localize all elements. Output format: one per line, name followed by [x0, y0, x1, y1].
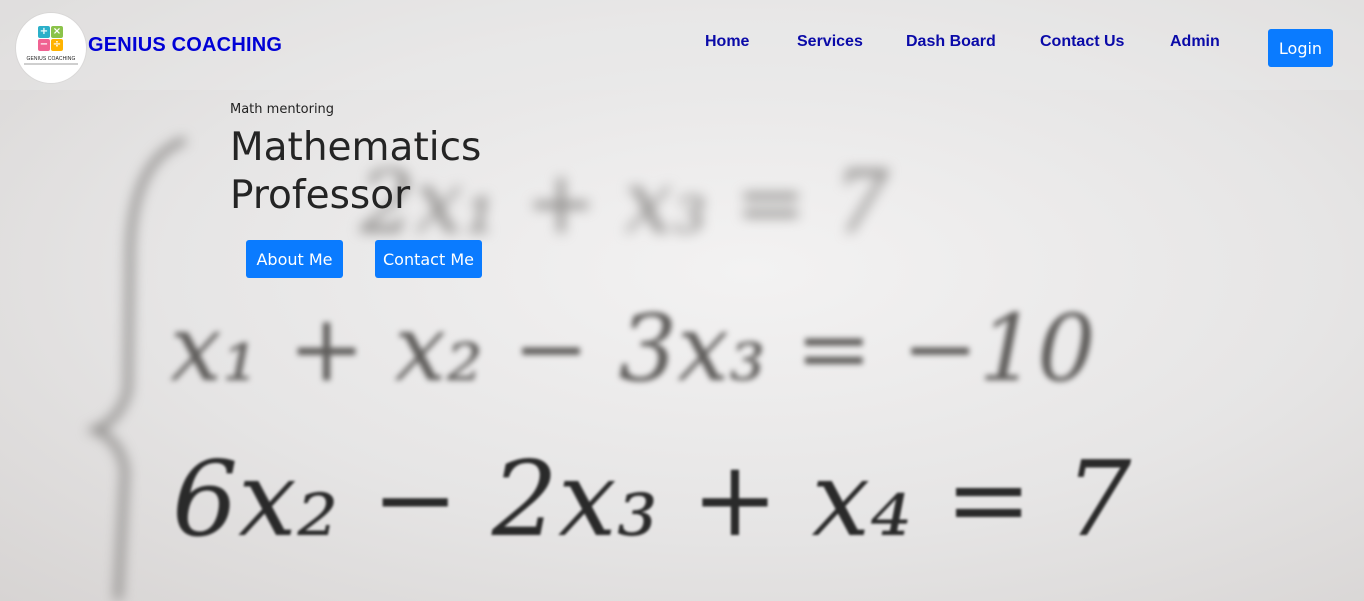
hero-title-line-1: Mathematics: [230, 125, 482, 170]
about-me-button[interactable]: About Me: [246, 240, 343, 278]
hero-background: 2x₁ + x₃ = 7 x₁ + x₂ − 3x₃ = −10 6x₂ − 2…: [0, 0, 1364, 601]
hero-eyebrow: Math mentoring: [230, 102, 335, 117]
equation-line-3: 6x₂ − 2x₃ + x₄ = 7: [172, 438, 1132, 560]
nav-contact-us[interactable]: Contact Us: [1040, 33, 1124, 51]
logo-caption: GENIUS COACHING: [26, 56, 76, 62]
main-nav: Home Services Dash Board Contact Us Admi…: [0, 33, 1364, 53]
equation-line-2: x₁ + x₂ − 3x₃ = −10: [170, 295, 1096, 402]
hero-title-line-2: Professor: [230, 173, 411, 218]
login-button[interactable]: Login: [1268, 29, 1333, 67]
hero-title: Mathematics Professor: [230, 124, 550, 220]
logo-tagline: [24, 63, 78, 65]
nav-home[interactable]: Home: [705, 33, 749, 51]
nav-services[interactable]: Services: [797, 33, 863, 51]
nav-dashboard[interactable]: Dash Board: [906, 33, 996, 51]
nav-admin[interactable]: Admin: [1170, 33, 1220, 51]
contact-me-button[interactable]: Contact Me: [375, 240, 482, 278]
